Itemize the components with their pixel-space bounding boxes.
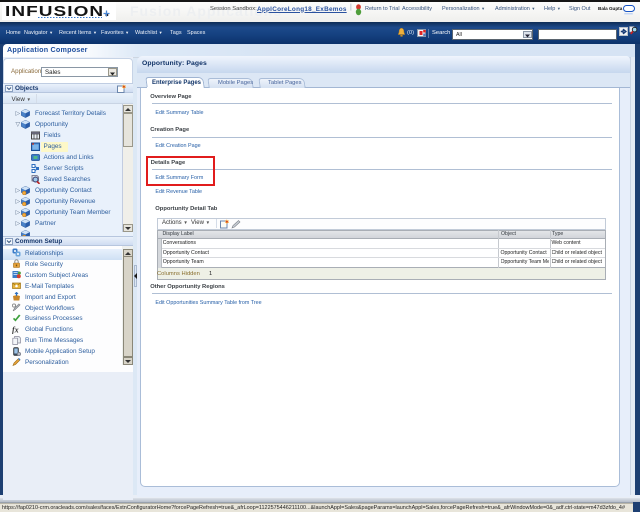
svg-text:fx: fx	[12, 325, 19, 334]
